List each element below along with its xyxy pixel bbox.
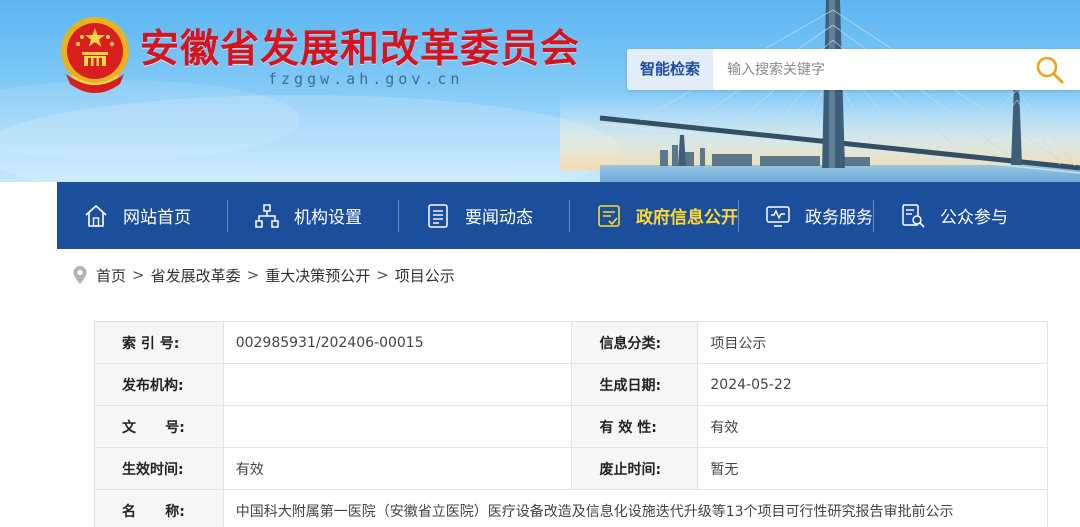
main-nav: 网站首页 机构设置 要闻动态 政府信息公开 政务服务 公众参与 bbox=[57, 182, 1080, 249]
nav-item-info-disclosure[interactable]: 政府信息公开 bbox=[570, 182, 738, 249]
index-number-label: 索 引 号: bbox=[94, 321, 224, 364]
site-title[interactable]: 安徽省发展和改革委员会 bbox=[140, 18, 580, 74]
news-icon bbox=[425, 203, 451, 229]
site-domain: fzggw.ah.gov.cn bbox=[268, 70, 464, 88]
table-row: 名 称: 中国科大附属第一医院（安徽省立医院）医疗设备改造及信息化设施迭代升级等… bbox=[94, 489, 1049, 527]
breadcrumb-separator: > bbox=[376, 266, 389, 284]
nav-item-home[interactable]: 网站首页 bbox=[57, 182, 227, 249]
breadcrumb-major-decisions[interactable]: 重大决策预公开 bbox=[265, 265, 370, 286]
service-monitor-icon bbox=[765, 203, 791, 229]
expiry-time-label: 废止时间: bbox=[571, 447, 699, 490]
publisher-label: 发布机构: bbox=[94, 363, 224, 406]
document-number-label: 文 号: bbox=[94, 405, 224, 448]
breadcrumb-project-notice[interactable]: 项目公示 bbox=[395, 265, 455, 286]
nav-item-label: 政务服务 bbox=[805, 208, 873, 228]
info-category-label: 信息分类: bbox=[571, 321, 699, 364]
publisher-value bbox=[222, 363, 573, 406]
search-box: 智能检索 bbox=[627, 49, 1080, 90]
breadcrumb-ndrc[interactable]: 省发展改革委 bbox=[151, 265, 241, 286]
generated-date-value: 2024-05-22 bbox=[697, 363, 1048, 406]
index-number-value: 002985931/202406-00015 bbox=[222, 321, 573, 364]
org-chart-icon bbox=[254, 203, 280, 229]
search-label: 智能检索 bbox=[627, 49, 713, 90]
title-label: 名 称: bbox=[94, 489, 224, 527]
breadcrumb-separator: > bbox=[132, 266, 145, 284]
search-icon bbox=[1036, 56, 1064, 83]
public-participation-icon bbox=[900, 203, 926, 229]
table-row: 发布机构: 生成日期: 2024-05-22 bbox=[94, 363, 1048, 406]
location-pin-icon bbox=[73, 266, 87, 284]
effective-time-label: 生效时间: bbox=[94, 447, 224, 490]
nav-item-label: 网站首页 bbox=[123, 208, 191, 228]
nav-item-label: 政府信息公开 bbox=[636, 208, 738, 228]
effective-time-value: 有效 bbox=[222, 447, 573, 490]
info-disclosure-icon bbox=[596, 203, 622, 229]
validity-value: 有效 bbox=[697, 405, 1048, 448]
nav-item-news[interactable]: 要闻动态 bbox=[399, 182, 569, 249]
breadcrumb-home[interactable]: 首页 bbox=[96, 265, 126, 286]
table-row: 索 引 号: 002985931/202406-00015 信息分类: 项目公示 bbox=[94, 321, 1048, 364]
table-row: 生效时间: 有效 废止时间: 暂无 bbox=[94, 447, 1048, 490]
nav-item-services[interactable]: 政务服务 bbox=[739, 182, 873, 249]
document-number-value bbox=[222, 405, 573, 448]
expiry-time-value: 暂无 bbox=[697, 447, 1048, 490]
national-emblem-icon bbox=[61, 17, 129, 93]
validity-label: 有 效 性: bbox=[571, 405, 699, 448]
nav-item-public-participation[interactable]: 公众参与 bbox=[874, 182, 1008, 249]
nav-item-label: 机构设置 bbox=[294, 208, 362, 228]
generated-date-label: 生成日期: bbox=[571, 363, 699, 406]
breadcrumb: 首页 > 省发展改革委 > 重大决策预公开 > 项目公示 bbox=[72, 262, 455, 288]
nav-item-label: 公众参与 bbox=[940, 208, 1008, 228]
info-category-value: 项目公示 bbox=[697, 321, 1048, 364]
breadcrumb-separator: > bbox=[246, 266, 260, 284]
table-row: 文 号: 有 效 性: 有效 bbox=[94, 405, 1048, 448]
nav-item-organization[interactable]: 机构设置 bbox=[228, 182, 398, 249]
nav-item-label: 要闻动态 bbox=[465, 208, 533, 228]
header-banner: 安徽省发展和改革委员会 fzggw.ah.gov.cn 智能检索 bbox=[0, 0, 1080, 182]
home-icon bbox=[83, 203, 109, 229]
title-value: 中国科大附属第一医院（安徽省立医院）医疗设备改造及信息化设施迭代升级等13个项目… bbox=[222, 489, 1049, 527]
search-input[interactable] bbox=[713, 49, 1020, 90]
document-info-table: 索 引 号: 002985931/202406-00015 信息分类: 项目公示… bbox=[94, 321, 1049, 527]
search-button[interactable] bbox=[1020, 49, 1080, 90]
